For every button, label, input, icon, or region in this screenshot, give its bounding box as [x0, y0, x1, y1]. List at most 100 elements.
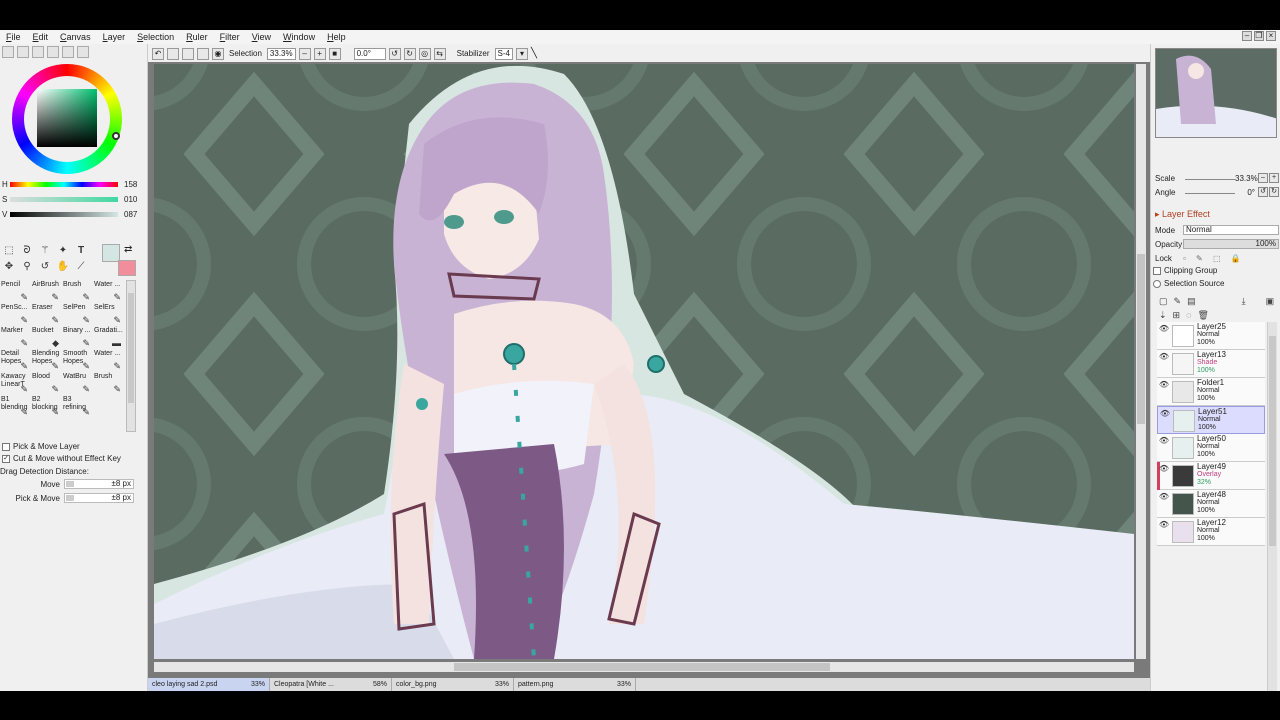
visibility-eye-icon[interactable]: 👁	[1158, 436, 1170, 445]
mixer-tab-icon[interactable]	[77, 46, 89, 58]
brush-slot[interactable]: Water ... ✎	[93, 349, 124, 372]
angle-rotate-left-icon[interactable]: ↺	[1258, 187, 1268, 197]
saturation-value-square[interactable]	[37, 89, 97, 147]
brush-slot[interactable]: PenSc... ✎	[0, 303, 31, 326]
zoom-in-icon[interactable]: +	[313, 47, 326, 60]
lock-icons[interactable]: ▫ ✎ ⬚ 🔒	[1183, 254, 1245, 263]
brush-slot[interactable]: Pencil ✎	[0, 280, 31, 303]
rgb-slider-tab-icon[interactable]	[17, 46, 29, 58]
brush-slot[interactable]: Blood ✎	[31, 372, 62, 395]
menu-view[interactable]: View	[246, 32, 277, 42]
eyedropper-icon[interactable]: ⟋	[74, 260, 88, 274]
selection-source-option[interactable]: Selection Source	[1153, 279, 1224, 288]
lasso-icon[interactable]: ᘐ	[20, 244, 34, 258]
brush-slot[interactable]: Blending Hopes ✎	[31, 349, 62, 372]
menu-filter[interactable]: Filter	[214, 32, 246, 42]
rotate-reset-icon[interactable]: ◎	[418, 47, 431, 60]
secondary-color-swatch[interactable]	[118, 260, 136, 276]
brush-slot[interactable]: Brush ✎	[93, 372, 124, 395]
pick-move-layer-option[interactable]: Pick & Move Layer	[2, 442, 80, 451]
menu-file[interactable]: File	[0, 32, 27, 42]
document-tab[interactable]: cleo laying sad 2.psd 33%	[148, 678, 270, 691]
zoom-out-icon[interactable]: –	[298, 47, 311, 60]
magic-wand-icon[interactable]: ⚚	[38, 244, 52, 258]
layer-row[interactable]: 👁 Layer12 Normal 100%	[1157, 518, 1265, 546]
menu-selection[interactable]: Selection	[131, 32, 180, 42]
canvas-vertical-scrollbar[interactable]	[1136, 64, 1146, 659]
stabilizer-select[interactable]: S-4	[494, 47, 513, 60]
visibility-eye-icon[interactable]: 👁	[1159, 409, 1171, 418]
scratchpad-tab-icon[interactable]	[62, 46, 74, 58]
brush-slot[interactable]: AirBrush ✎	[31, 280, 62, 303]
brush-slot[interactable]: B1 blending ✎	[0, 395, 31, 418]
eyedropper-small-icon[interactable]: ✦	[56, 244, 70, 258]
layer-row[interactable]: 👁 Folder1 Normal 100%	[1157, 378, 1265, 406]
angle-slider[interactable]	[1185, 190, 1235, 194]
brush-slot[interactable]: Gradati... ▬	[93, 326, 124, 349]
pick-move-distance-field[interactable]: ±8 px	[64, 493, 134, 503]
zoom-reset-icon[interactable]: ■	[328, 47, 341, 60]
value-slider[interactable]	[10, 211, 118, 217]
layer-row[interactable]: 👁 Layer48 Normal 100%	[1157, 490, 1265, 518]
brush-slot[interactable]: Marker ✎	[0, 326, 31, 349]
pick-move-checkbox[interactable]	[2, 442, 10, 451]
brush-slot[interactable]: Bucket ◆	[31, 326, 62, 349]
angle-field[interactable]: 0.0°	[353, 47, 386, 60]
visibility-eye-icon[interactable]: 👁	[1158, 464, 1170, 473]
flip-icon[interactable]: ⇆	[433, 47, 446, 60]
hsv-slider-tab-icon[interactable]	[32, 46, 44, 58]
redo-icon[interactable]	[167, 47, 179, 60]
angle-rotate-right-icon[interactable]: ↻	[1269, 187, 1279, 197]
visibility-eye-icon[interactable]: 👁	[1158, 352, 1170, 361]
clipping-group-option[interactable]: Clipping Group	[1153, 266, 1217, 275]
brush-slot[interactable]: B3 refining ✎	[62, 395, 93, 418]
move-tool-icon[interactable]: ✥	[2, 260, 16, 274]
visibility-eye-icon[interactable]: 👁	[1158, 520, 1170, 529]
cut-move-option[interactable]: ✓ Cut & Move without Effect Key	[2, 454, 121, 463]
menu-layer[interactable]: Layer	[97, 32, 132, 42]
text-tool-icon[interactable]: T	[74, 244, 88, 258]
restore-icon[interactable]: ❐	[1254, 31, 1264, 41]
deselect-icon[interactable]	[182, 47, 194, 60]
brush-slot[interactable]: Binary ... ✎	[62, 326, 93, 349]
menu-help[interactable]: Help	[321, 32, 352, 42]
line-tool-icon[interactable]: ╲	[531, 48, 537, 59]
selection-source-checkbox[interactable]	[1153, 279, 1161, 288]
stabilizer-dropdown-icon[interactable]: ▾	[515, 47, 528, 60]
brush-slot[interactable]	[93, 395, 124, 418]
rotate-left-icon[interactable]: ↺	[388, 47, 401, 60]
show-selection-icon[interactable]: ◉	[212, 47, 224, 60]
delete-layer-icon[interactable]: 🗑	[1197, 310, 1208, 321]
document-tab[interactable]: Cleopatra [White ... 58%	[270, 678, 392, 691]
apply-mask-icon[interactable]: ▣	[1266, 296, 1275, 307]
menu-canvas[interactable]: Canvas	[54, 32, 97, 42]
layer-row[interactable]: 👁 Layer51 Normal 100%	[1157, 406, 1265, 434]
navigator-preview[interactable]	[1155, 48, 1277, 138]
minimize-icon[interactable]: –	[1242, 31, 1252, 41]
visibility-eye-icon[interactable]: 👁	[1158, 380, 1170, 389]
clipping-group-checkbox[interactable]	[1153, 266, 1161, 275]
move-distance-field[interactable]: ±8 px	[64, 479, 134, 489]
menu-window[interactable]: Window	[277, 32, 321, 42]
layer-list-scrollbar[interactable]	[1267, 322, 1277, 692]
opacity-slider[interactable]: 100%	[1183, 239, 1279, 249]
brush-slot[interactable]: B2 blocking ✎	[31, 395, 62, 418]
saturation-slider[interactable]	[10, 196, 118, 202]
rotate-right-icon[interactable]: ↻	[403, 47, 416, 60]
brush-slot[interactable]: Brush ✎	[62, 280, 93, 303]
rotate-tool-icon[interactable]: ↺	[38, 260, 52, 274]
brush-slot[interactable]: Smooth Hopes ✎	[62, 349, 93, 372]
brush-slot[interactable]: WatBru ✎	[62, 372, 93, 395]
menu-ruler[interactable]: Ruler	[180, 32, 214, 42]
layer-row[interactable]: 👁 Layer50 Normal 100%	[1157, 434, 1265, 462]
merge-down-icon[interactable]: ⤓	[1242, 296, 1246, 307]
color-wheel-tab-icon[interactable]	[2, 46, 14, 58]
layer-row[interactable]: 👁 Layer13 Shade 100%	[1157, 350, 1265, 378]
scale-plus-icon[interactable]: +	[1269, 173, 1279, 183]
clear-layer-icon[interactable]: ◌	[1186, 310, 1191, 321]
copy-layer-icon[interactable]: ⊞	[1173, 310, 1181, 321]
transfer-down-icon[interactable]: ⇣	[1159, 310, 1167, 321]
new-folder-icon[interactable]: ▤	[1187, 296, 1196, 307]
document-tab[interactable]: color_bg.png 33%	[392, 678, 514, 691]
brush-slot[interactable]: Kawacy LinearT ✎	[0, 372, 31, 395]
